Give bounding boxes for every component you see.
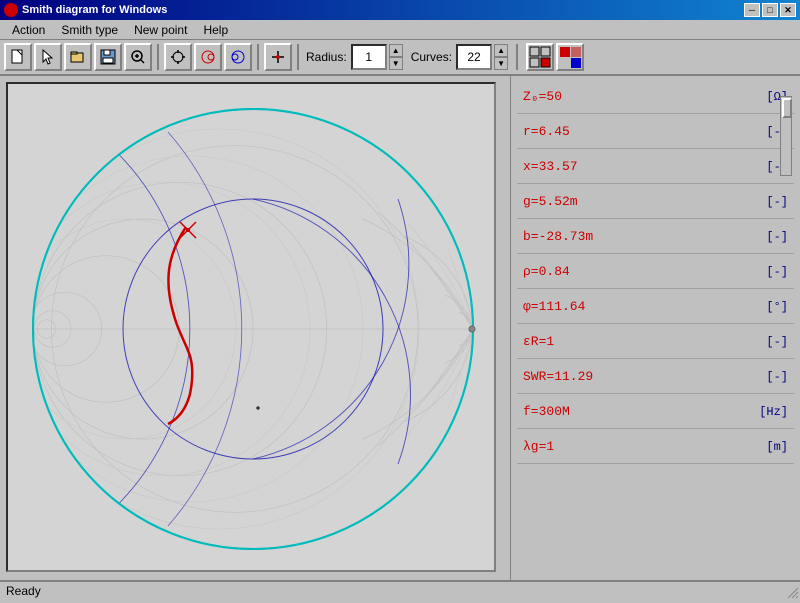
info-panel: Z₀=50 [Ω] r=6.45 [-] x=33.57 [-] g=5.52m… <box>510 76 800 580</box>
z0-value: Z₀=50 <box>523 89 748 104</box>
zoom-in-button[interactable] <box>124 43 152 71</box>
rho-value: ρ=0.84 <box>523 264 748 279</box>
curves-input[interactable] <box>456 44 492 70</box>
pointer-button[interactable] <box>34 43 62 71</box>
smith-button[interactable] <box>194 43 222 71</box>
main-area: Z₀=50 [Ω] r=6.45 [-] x=33.57 [-] g=5.52m… <box>0 76 800 580</box>
info-row-f: f=300M [Hz] <box>517 395 794 429</box>
resize-handle[interactable] <box>784 584 800 600</box>
radius-label: Radius: <box>306 50 347 64</box>
info-row-z0: Z₀=50 [Ω] <box>517 80 794 114</box>
menu-help[interactable]: Help <box>195 21 236 39</box>
info-row-phi: φ=111.64 [°] <box>517 290 794 324</box>
title-text: Smith diagram for Windows <box>22 4 167 16</box>
f-value: f=300M <box>523 404 748 419</box>
phi-unit: [°] <box>748 300 788 314</box>
g-unit: [-] <box>748 195 788 209</box>
r-value: r=6.45 <box>523 124 748 139</box>
open-button[interactable] <box>64 43 92 71</box>
menu-action[interactable]: Action <box>4 21 53 39</box>
chart-panel <box>0 76 510 580</box>
status-text: Ready <box>6 584 41 598</box>
lambda-value: λg=1 <box>523 439 748 454</box>
curves-label: Curves: <box>411 50 452 64</box>
radius-input[interactable] <box>351 44 387 70</box>
curves-spinner[interactable]: ▲ ▼ <box>494 44 508 70</box>
radius-down[interactable]: ▼ <box>389 57 403 70</box>
er-unit: [-] <box>748 335 788 349</box>
b-value: b=-28.73m <box>523 229 748 244</box>
phi-value: φ=111.64 <box>523 299 748 314</box>
toolbar-separator-2 <box>257 44 259 70</box>
maximize-button[interactable]: □ <box>762 3 778 17</box>
f-unit: [Hz] <box>748 405 788 419</box>
minimize-button[interactable]: ─ <box>744 3 760 17</box>
menu-bar: Action Smith type New point Help <box>0 20 800 40</box>
radius-spinner[interactable]: ▲ ▼ <box>389 44 403 70</box>
info-row-er: εR=1 [-] <box>517 325 794 359</box>
info-row-b: b=-28.73m [-] <box>517 220 794 254</box>
close-button[interactable]: ✕ <box>780 3 796 17</box>
toolbar-separator-1 <box>157 44 159 70</box>
b-unit: [-] <box>748 230 788 244</box>
toolbar-separator-4 <box>516 44 518 70</box>
toolbar: Radius: ▲ ▼ Curves: ▲ ▼ <box>0 40 800 76</box>
chart-container[interactable] <box>6 82 496 572</box>
info-row-r: r=6.45 [-] <box>517 115 794 149</box>
scrollbar[interactable] <box>780 96 792 176</box>
title-bar-buttons: ─ □ ✕ <box>744 3 796 17</box>
color-button[interactable] <box>556 43 584 71</box>
rho-unit: [-] <box>748 265 788 279</box>
title-bar-left: Smith diagram for Windows <box>4 3 167 17</box>
swr-unit: [-] <box>748 370 788 384</box>
g-value: g=5.52m <box>523 194 748 209</box>
info-row-swr: SWR=11.29 [-] <box>517 360 794 394</box>
swr-value: SWR=11.29 <box>523 369 748 384</box>
scroll-thumb[interactable] <box>782 98 792 118</box>
er-value: εR=1 <box>523 334 748 349</box>
lambda-unit: [m] <box>748 440 788 454</box>
curves-up[interactable]: ▲ <box>494 44 508 57</box>
save-button[interactable] <box>94 43 122 71</box>
radius-up[interactable]: ▲ <box>389 44 403 57</box>
toolbar-separator-3 <box>297 44 299 70</box>
x-value: x=33.57 <box>523 159 748 174</box>
info-row-rho: ρ=0.84 [-] <box>517 255 794 289</box>
new-button[interactable] <box>4 43 32 71</box>
menu-new-point[interactable]: New point <box>126 21 195 39</box>
status-bar: Ready <box>0 580 800 600</box>
app-icon <box>4 3 18 17</box>
curves-down[interactable]: ▼ <box>494 57 508 70</box>
info-row-g: g=5.52m [-] <box>517 185 794 219</box>
info-row-x: x=33.57 [-] <box>517 150 794 184</box>
crosshair-button[interactable] <box>164 43 192 71</box>
marker-button[interactable] <box>264 43 292 71</box>
title-bar: Smith diagram for Windows ─ □ ✕ <box>0 0 800 20</box>
admittance-button[interactable] <box>224 43 252 71</box>
menu-smith-type[interactable]: Smith type <box>53 21 126 39</box>
grid-button[interactable] <box>526 43 554 71</box>
info-row-lambda: λg=1 [m] <box>517 430 794 464</box>
